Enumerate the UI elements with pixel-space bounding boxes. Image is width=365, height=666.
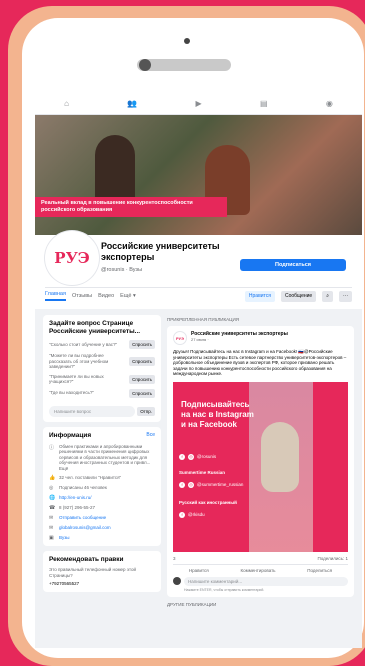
edits-question: Это правильный телефонный номер этой Стр…: [49, 567, 137, 578]
matryoshka-image: [261, 421, 299, 492]
cover-photo: Реальный вклад в повышение конкурентоспо…: [35, 115, 362, 235]
search-icon[interactable]: ⌕: [322, 290, 333, 302]
phone-icon: ☎: [49, 505, 56, 511]
info-see-all[interactable]: Все: [146, 432, 155, 440]
post-text: Друзья! Подписывайтесь на нас в Instagra…: [173, 349, 347, 376]
email-icon: ✉: [49, 525, 54, 531]
ask-button[interactable]: Спросить: [129, 388, 155, 398]
promo-social-row: f ◎ @summertime_russian: [179, 481, 244, 488]
post-avatar[interactable]: РУЭ: [173, 331, 187, 345]
tab-video[interactable]: Видео: [98, 293, 114, 299]
rss-icon: ◎: [49, 485, 54, 491]
subscribe-button[interactable]: Подписаться: [240, 259, 346, 271]
pinned-label: ПРИКРЕПЛЕННАЯ ПУБЛИКАЦИЯ: [167, 317, 239, 322]
question-text: "Принимаете ли вы новых учащихся?": [49, 373, 104, 385]
promo-image[interactable]: Подписывайтесь на нас в Instagram и на F…: [173, 381, 348, 552]
share-count[interactable]: Поделились: 1: [318, 556, 349, 561]
tab-reviews[interactable]: Отзывы: [72, 293, 92, 299]
cover-person: [95, 135, 135, 205]
info-icon: ⓘ: [49, 444, 55, 451]
promo-label: Русский как иностранный: [179, 499, 237, 505]
question-text: "Можете ли вы подробнее рассказать об эт…: [49, 353, 109, 369]
info-website[interactable]: http://en-unis.ru/: [59, 495, 155, 501]
instagram-icon: ◎: [188, 481, 194, 488]
edits-card: Рекомендовать правки Это правильный теле…: [43, 551, 161, 592]
page-title: Российские университеты экспортеры: [101, 241, 220, 262]
edits-value: +79270565527: [49, 581, 80, 586]
facebook-icon: f: [179, 453, 185, 460]
ask-button[interactable]: Спросить: [129, 356, 155, 366]
tab-more[interactable]: Ещё ▾: [120, 293, 136, 299]
other-posts-label: ДРУГИЕ ПУБЛИКАЦИИ: [167, 601, 217, 607]
home-icon[interactable]: ⌂: [64, 99, 69, 108]
question-text: "Где вы находитесь?": [49, 390, 94, 396]
promo-handle: @summertime_russian: [197, 482, 244, 487]
promo-label: Summertime Russian: [179, 469, 226, 475]
promo-handle: @rkisdu: [188, 512, 205, 517]
page-tabs: Главная Отзывы Видео Ещё ▾ Нравится Сооб…: [45, 287, 352, 304]
screen: ⌂ 👥 ▶ ▤ ◉ Реальный вклад в повышение кон…: [35, 92, 362, 648]
camera-icon: [184, 38, 190, 44]
comment-hint: Нажмите ENTER, чтобы отправить комментар…: [184, 587, 265, 592]
facebook-icon: f: [179, 511, 185, 518]
comment-input[interactable]: Напишите комментарий...: [184, 576, 348, 586]
store-icon[interactable]: ▤: [260, 99, 268, 108]
promo-social-row: f ◎ @rosunis: [179, 453, 217, 460]
speaker-grille: [137, 59, 231, 71]
edits-title: Рекомендовать правки: [49, 556, 124, 563]
cover-caption: Реальный вклад в повышение конкурентоспо…: [35, 197, 227, 217]
info-category[interactable]: Вузы: [59, 535, 155, 541]
front-camera-icon: [139, 59, 151, 71]
promo-handle: @rosunis: [197, 454, 217, 459]
instagram-icon: ◎: [188, 453, 194, 460]
info-email[interactable]: globalrosunis@gmail.com: [59, 525, 155, 531]
page-handle: @rosunis · Вузы: [101, 267, 143, 273]
info-followers: Подписаны 46 человек: [59, 485, 107, 490]
questions-title: Задайте вопрос Странице Российские униве…: [49, 320, 141, 335]
share-button[interactable]: Поделиться: [307, 568, 332, 573]
pinned-post: РУЭ Российские университеты экспортеры 2…: [167, 326, 354, 597]
comment-button[interactable]: Комментировать: [240, 568, 275, 573]
info-message[interactable]: Отправить сообщение: [59, 515, 155, 521]
people-icon[interactable]: 👥: [127, 99, 137, 108]
more-icon[interactable]: ···: [339, 290, 352, 302]
facebook-icon: f: [179, 481, 185, 488]
tag-icon: ▣: [49, 535, 54, 541]
top-nav: ⌂ 👥 ▶ ▤ ◉: [35, 92, 362, 115]
promo-title: Подписывайтесь на нас в Instagram и на F…: [181, 399, 254, 429]
avatar: [173, 577, 181, 585]
thumbs-up-icon: 👍: [49, 475, 56, 481]
questions-card: Задайте вопрос Странице Российские униве…: [43, 315, 161, 422]
like-post-button[interactable]: Нравится: [189, 568, 209, 573]
video-icon[interactable]: ▶: [196, 99, 202, 108]
post-date[interactable]: 27 июля ·: [191, 337, 288, 342]
question-text: "Сколько стоит обучение у вас?": [49, 341, 118, 347]
tab-home[interactable]: Главная: [45, 291, 66, 301]
message-button[interactable]: Сообщение: [280, 290, 317, 302]
globe-icon: 🌐: [49, 495, 56, 501]
reaction-count[interactable]: 3: [173, 556, 176, 561]
info-likes: 32 чел. поставили "Нравится": [59, 475, 122, 480]
info-title: Информация: [49, 431, 92, 439]
like-button[interactable]: Нравится: [244, 290, 275, 302]
ask-button[interactable]: Спросить: [129, 374, 155, 384]
profile-header: РУЭ Российские университеты экспортеры @…: [35, 231, 362, 309]
info-about: Обмен практиками и апробированными решен…: [59, 443, 151, 471]
promo-social-row: f @rkisdu: [179, 511, 205, 518]
info-card: Информация Все ⓘ Обмен практиками и апроб…: [43, 426, 161, 546]
ask-button[interactable]: Спросить: [129, 340, 155, 349]
messenger-icon: ✉: [49, 515, 54, 521]
page-logo[interactable]: РУЭ: [45, 231, 99, 285]
groups-icon[interactable]: ◉: [326, 99, 333, 108]
info-phone: 8 (927) 296-55-27: [59, 505, 96, 510]
question-input[interactable]: Напишите вопрос: [49, 405, 136, 417]
send-button[interactable]: Отпр.: [137, 406, 155, 416]
